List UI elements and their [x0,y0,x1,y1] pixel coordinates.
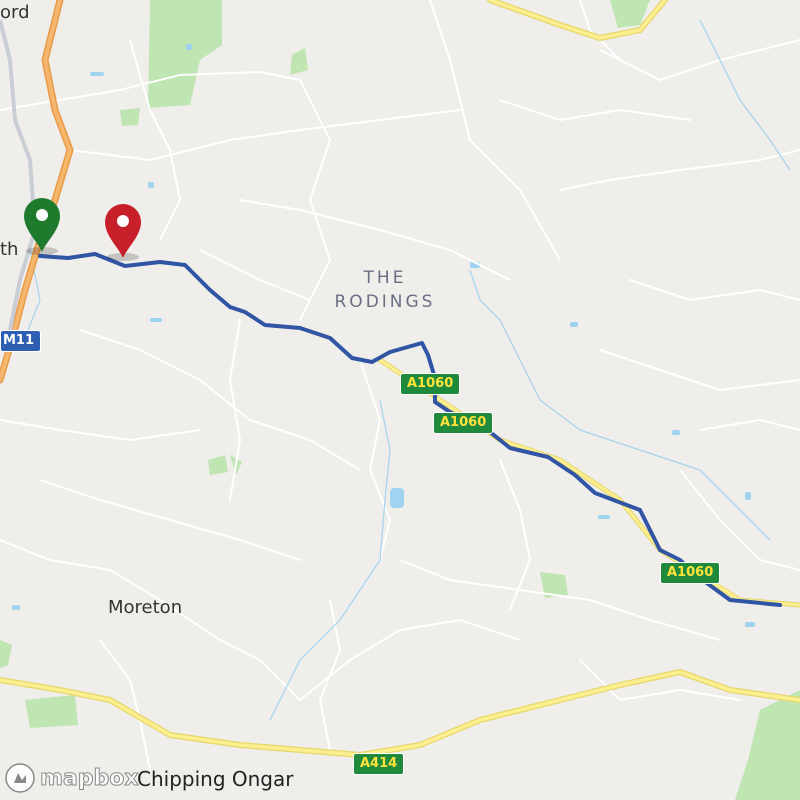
start-marker[interactable] [20,194,64,256]
map-base-layer [0,0,800,800]
road-shield-m11: M11 [0,330,42,352]
end-marker[interactable] [101,200,145,262]
road-shield-a1060-3: A1060 [660,562,721,584]
map-pin-icon [105,204,141,261]
place-label-left: th [0,239,19,260]
road-shield-a1060-1: A1060 [400,373,461,395]
water-features [12,44,755,627]
place-label-chipping-ongar: Chipping Ongar [137,767,294,791]
map-pin-icon [24,198,60,255]
road-shield-a414: A414 [353,753,405,775]
place-label-top-left: ord [0,2,30,23]
region-label: THE RODINGS [328,266,442,314]
road-shield-a1060-2: A1060 [433,412,494,434]
woodland-areas [0,0,800,800]
mapbox-logo-text: mapbox [40,765,140,791]
region-label-line1: THE [363,268,407,288]
mapbox-logo[interactable]: mapbox [4,762,139,794]
mapbox-logo-icon [5,763,35,793]
place-label-moreton: Moreton [108,597,183,618]
map-canvas[interactable]: ord th Moreton Chipping Ongar THE RODING… [0,0,800,800]
region-label-line2: RODINGS [334,292,436,312]
